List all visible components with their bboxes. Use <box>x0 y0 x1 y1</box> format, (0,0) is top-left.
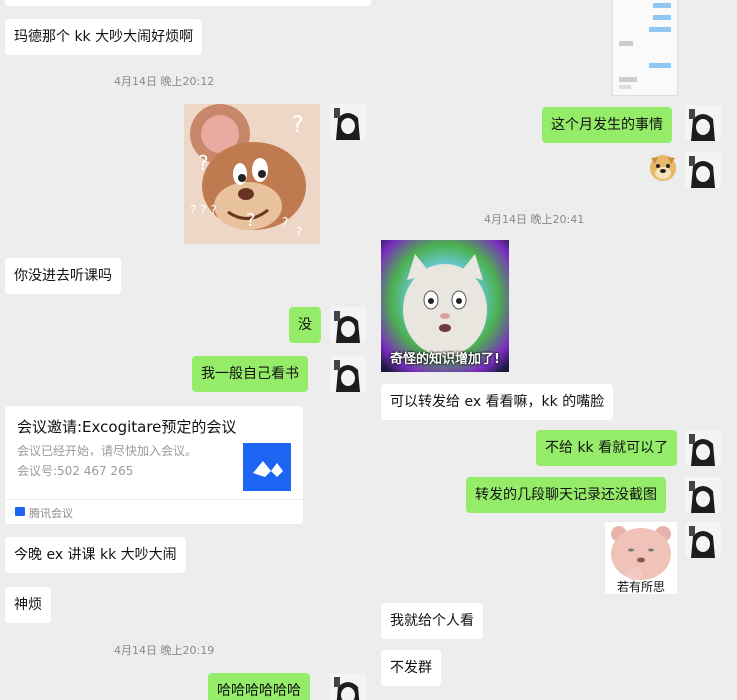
avatar-icon[interactable] <box>685 152 721 188</box>
message-text: 这个月发生的事情 <box>551 117 663 133</box>
avatar-icon[interactable] <box>685 105 721 141</box>
message-text: 转发的几段聊天记录还没截图 <box>475 487 657 503</box>
message-text: 你没进去听课吗 <box>14 268 112 284</box>
message-bubble-read-book[interactable]: 我一般自己看书 <box>192 356 308 392</box>
svg-text:?: ? <box>296 225 302 239</box>
thinking-bear-sticker[interactable]: 若有所思 <box>605 522 677 594</box>
card-divider <box>5 499 303 500</box>
tencent-meeting-logo-icon <box>243 443 291 491</box>
message-bubble-tonight[interactable]: 今晚 ex 讲课 kk 大吵大闹 <box>5 537 186 573</box>
timestamp: 4月14日 晚上20:12 <box>114 75 215 88</box>
avatar-icon[interactable] <box>330 104 366 140</box>
message-text: 玛德那个 kk 大吵大闹好烦啊 <box>14 29 194 45</box>
meeting-invite-card[interactable]: 会议邀请:Excogitare预定的会议 会议已经开始，请尽快加入会议。 会议号… <box>5 406 303 524</box>
message-text: 没 <box>298 317 312 333</box>
avatar-icon[interactable] <box>685 522 721 558</box>
message-bubble-this-month[interactable]: 这个月发生的事情 <box>542 107 672 143</box>
svg-text:?: ? <box>246 210 256 231</box>
timestamp: 4月14日 晚上20:19 <box>114 644 215 657</box>
message-bubble-madeline[interactable]: 玛德那个 kk 大吵大闹好烦啊 <box>5 19 203 55</box>
message-text: 今晚 ex 讲课 kk 大吵大闹 <box>14 547 177 563</box>
message-bubble-haha[interactable]: 哈哈哈哈哈哈 <box>208 673 310 700</box>
avatar-icon[interactable] <box>685 430 721 466</box>
svg-text:?: ? <box>282 215 288 229</box>
message-bubble-no[interactable]: 没 <box>289 307 321 343</box>
avatar-icon[interactable] <box>330 356 366 392</box>
avatar-icon[interactable] <box>330 307 366 343</box>
svg-text:?: ? <box>198 151 209 175</box>
message-text: 不给 kk 看就可以了 <box>545 440 669 456</box>
message-bubble-not-in-class[interactable]: 你没进去听课吗 <box>5 258 121 294</box>
cat-meme-sticker[interactable]: 奇怪的知识增加了! <box>381 240 509 372</box>
message-text: 哈哈哈哈哈哈 <box>217 683 301 699</box>
meme-caption: 奇怪的知识增加了! <box>390 352 500 367</box>
avatar-icon[interactable] <box>685 477 721 513</box>
left-chat-pane: 玛德那个 kk 大吵大闹好烦啊 4月14日 晚上20:12 ? ? ? ? ? … <box>0 0 372 700</box>
chat-screenshot-image[interactable] <box>612 0 678 96</box>
doge-emoji-icon[interactable] <box>648 152 678 182</box>
message-bubble-annoying[interactable]: 神烦 <box>5 587 51 623</box>
svg-text:? ? ?: ? ? ? <box>190 203 217 217</box>
right-chat-pane: 这个月发生的事情 4月14日 晚上20:41 奇怪的知识增加了! 可以转发给 e… <box>372 0 737 700</box>
message-bubble-forward[interactable]: 可以转发给 ex 看看嘛，kk 的嘴脸 <box>381 384 614 420</box>
meeting-number: 会议号:502 467 265 <box>17 464 134 478</box>
message-bubble-no-group[interactable]: 不发群 <box>381 650 441 686</box>
message-text: 我就给个人看 <box>390 613 474 629</box>
meeting-app-name: 腾讯会议 <box>29 507 73 520</box>
message-bubble-dont-show[interactable]: 不给 kk 看就可以了 <box>536 430 678 466</box>
confused-mouse-sticker[interactable]: ? ? ? ? ? ? ? ? <box>184 104 320 244</box>
message-bubble-screenshot[interactable]: 转发的几段聊天记录还没截图 <box>466 477 666 513</box>
bear-caption: 若有所思 <box>616 580 665 594</box>
meeting-title: 会议邀请:Excogitare预定的会议 <box>17 418 237 436</box>
meeting-status: 会议已经开始，请尽快加入会议。 <box>17 444 198 458</box>
tencent-meeting-small-icon <box>15 507 25 516</box>
message-text: 我一般自己看书 <box>201 366 299 382</box>
svg-text:?: ? <box>292 113 304 138</box>
message-text: 神烦 <box>14 597 42 613</box>
timestamp: 4月14日 晚上20:41 <box>484 213 585 226</box>
message-bubble-one-person[interactable]: 我就给个人看 <box>381 603 483 639</box>
avatar-icon[interactable] <box>330 673 366 700</box>
previous-message-bubble[interactable] <box>5 0 371 6</box>
message-text: 不发群 <box>390 660 432 676</box>
message-text: 可以转发给 ex 看看嘛，kk 的嘴脸 <box>390 394 605 410</box>
